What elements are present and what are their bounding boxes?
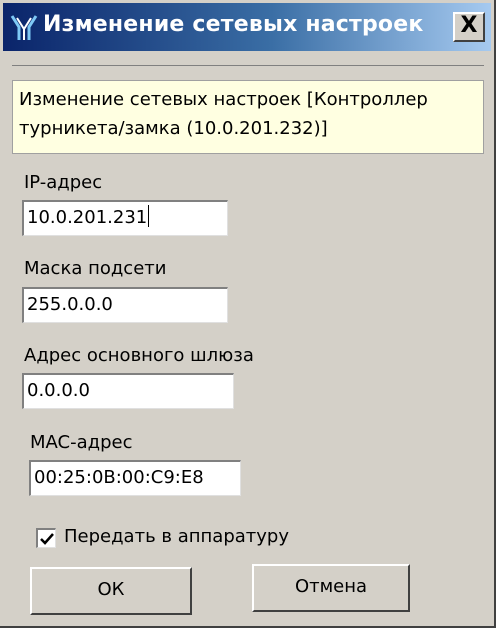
mac-address-value: 00:25:0B:00:C9:E8: [34, 467, 204, 488]
title-bar[interactable]: Изменение сетевых настроек X: [3, 3, 491, 51]
ip-address-label: IP-адрес: [24, 172, 103, 193]
mac-address-input[interactable]: 00:25:0B:00:C9:E8: [29, 460, 241, 496]
info-panel: Изменение сетевых настроек [Контроллер т…: [12, 80, 484, 154]
send-to-hardware-label[interactable]: Передать в аппаратуру: [64, 526, 289, 547]
ok-button[interactable]: ОК: [30, 567, 192, 615]
network-settings-dialog: Изменение сетевых настроек X Изменение с…: [0, 0, 496, 628]
text-caret: [148, 205, 150, 227]
subnet-mask-input[interactable]: 255.0.0.0: [22, 287, 228, 323]
dialog-title: Изменение сетевых настроек: [43, 12, 424, 37]
cancel-button[interactable]: Отмена: [252, 564, 410, 612]
ip-address-input[interactable]: 10.0.201.231: [22, 200, 228, 236]
gateway-label: Адрес основного шлюза: [24, 345, 254, 366]
mac-address-label: MAC-адрес: [30, 432, 133, 453]
close-icon: X: [460, 13, 478, 38]
ip-address-value: 10.0.201.231: [27, 207, 148, 228]
close-button[interactable]: X: [453, 12, 485, 42]
cancel-button-label: Отмена: [294, 576, 368, 597]
check-mark-icon: [40, 533, 54, 545]
turnstile-app-icon: [9, 13, 39, 43]
send-to-hardware-checkbox[interactable]: [36, 528, 56, 548]
subnet-mask-label: Маска подсети: [24, 258, 167, 279]
header-separator: [12, 65, 484, 81]
subnet-mask-value: 255.0.0.0: [27, 294, 113, 315]
gateway-value: 0.0.0.0: [27, 380, 90, 401]
gateway-input[interactable]: 0.0.0.0: [22, 373, 234, 409]
ok-button-label: ОК: [97, 579, 125, 600]
